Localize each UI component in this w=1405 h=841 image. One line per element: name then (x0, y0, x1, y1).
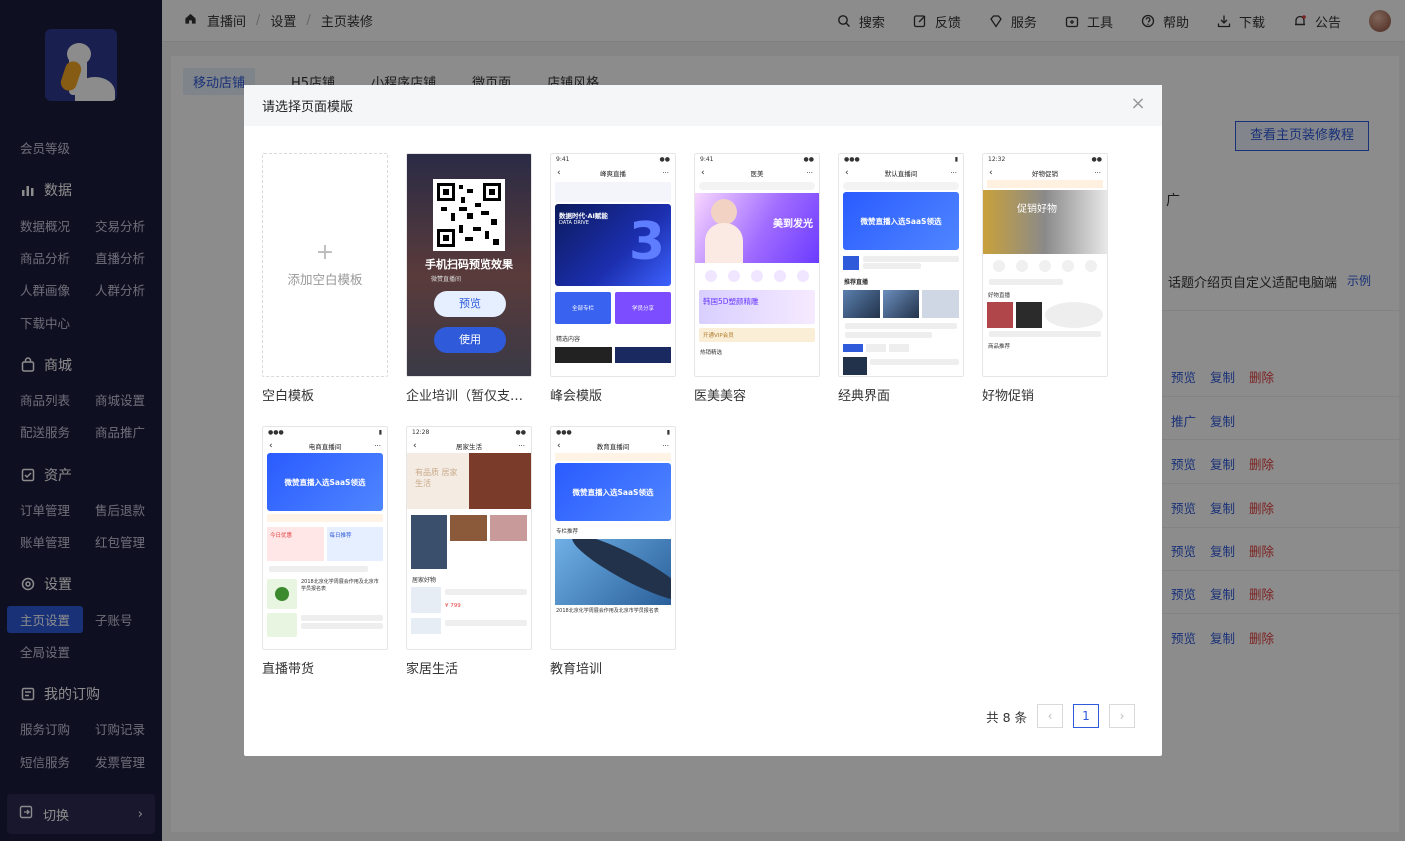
total-count: 共 8 条 (986, 709, 1027, 725)
template-name: 好物促销 (982, 389, 1035, 404)
thumb-nav-title: 教育直播间 (551, 439, 675, 453)
template-thumb: 9:41●● 医美 美到发光 韩国5D塑颜精雕 开通VIP会员 热销精选 (694, 153, 820, 377)
use-button[interactable]: 使用 (434, 327, 506, 353)
thumb-card: 每日推荐 (326, 527, 383, 561)
thumb-banner-title: 美到发光 (773, 219, 813, 230)
thumb-promo: 韩国5D塑颜精雕 (699, 290, 815, 324)
thumb-item-title: 2018北京化学周展会作用及北京市学员报名表 (556, 608, 659, 614)
template-thumb: 手机扫码预览效果 微赞直播间 预览 使用 (406, 153, 532, 377)
thumb-section: 热销精选 (700, 350, 723, 356)
template-name: 企业培训（暂仅支持小程序） (406, 389, 532, 404)
thumb-section: 好物直播 (988, 293, 1011, 299)
template-name: 医美美容 (694, 389, 747, 404)
thumb-nav-title: 默认直播间 (839, 166, 963, 180)
thumb-nav-title: 电商直播间 (263, 439, 387, 453)
plus-icon: + (315, 239, 335, 265)
template-thumb: ●●●▮ 教育直播间 微赞直播入选SaaS领选 专栏推荐 2018北京化学周展会… (550, 426, 676, 650)
page-number-button[interactable]: 1 (1073, 704, 1099, 728)
thumb-section: 推荐直播 (844, 279, 869, 286)
template-thumb: ●●●▮ 电商直播间 微赞直播入选SaaS领选 今日优惠 每日推荐 2018北京… (262, 426, 388, 650)
thumb-section: 专栏推荐 (556, 529, 579, 535)
template-card-home-living[interactable]: 12:28●● 居家生活 有品质 居家生活 居家好物 ¥ 799 家居生活 (406, 426, 532, 677)
modal-header: 请选择页面模版 (244, 85, 1162, 126)
thumb-card: 今日优惠 (267, 527, 324, 561)
template-name: 经典界面 (838, 389, 891, 404)
template-name: 直播带货 (262, 662, 315, 677)
template-card-education[interactable]: ●●●▮ 教育直播间 微赞直播入选SaaS领选 专栏推荐 2018北京化学周展会… (550, 426, 676, 677)
template-thumb: 12:28●● 居家生活 有品质 居家生活 居家好物 ¥ 799 (406, 426, 532, 650)
thumb-banner-title: 微赞直播入选SaaS领选 (267, 453, 383, 511)
template-select-modal: 请选择页面模版 × + 添加空白模板 空白模板 手机扫码预览效果 微赞直播间 预… (244, 85, 1162, 756)
thumb-tile: 全部专栏 (555, 292, 611, 324)
template-name: 家居生活 (406, 662, 459, 677)
template-thumb: 12:32●● 好物促销 促销好物 好物直播 商品推荐 (982, 153, 1108, 377)
modal-title: 请选择页面模版 (262, 100, 354, 115)
add-blank-template-label: 添加空白模板 (287, 271, 363, 287)
thumb-section: 居家好物 (412, 577, 437, 584)
qr-code (433, 179, 505, 251)
close-icon[interactable]: × (1130, 95, 1146, 113)
template-name: 空白模板 (262, 389, 315, 404)
template-card-classic[interactable]: ●●●▮ 默认直播间 微赞直播入选SaaS领选 推荐直播 经典界面 (838, 153, 964, 404)
blank-template-thumb[interactable]: + 添加空白模板 (262, 153, 388, 377)
thumb-banner-title: 微赞直播入选SaaS领选 (555, 463, 671, 521)
next-page-button[interactable]: › (1109, 704, 1135, 728)
thumb-section: 精选内容 (556, 336, 581, 343)
thumb-nav-title: 好物促销 (983, 166, 1107, 180)
thumb-vip: 开通VIP会员 (699, 328, 815, 342)
template-card-summit[interactable]: 9:41●● 峰爽直播 数据时代·AI赋能 DATA DRIVE 3 全部专栏 … (550, 153, 676, 404)
thumb-tile: 学员分享 (615, 292, 671, 324)
thumb-banner-title: 微赞直播入选SaaS领选 (843, 192, 959, 250)
template-card-live-commerce[interactable]: ●●●▮ 电商直播间 微赞直播入选SaaS领选 今日优惠 每日推荐 2018北京… (262, 426, 388, 677)
bg-subtitle: 微赞直播间 (431, 276, 462, 283)
prev-page-button[interactable]: ‹ (1037, 704, 1063, 728)
template-name: 教育培训 (550, 662, 603, 677)
thumb-nav-title: 峰爽直播 (551, 166, 675, 180)
template-thumb: ●●●▮ 默认直播间 微赞直播入选SaaS领选 推荐直播 (838, 153, 964, 377)
thumb-section-2: 商品推荐 (988, 344, 1011, 350)
template-name: 峰会模版 (550, 389, 603, 404)
template-card-promo[interactable]: 12:32●● 好物促销 促销好物 好物直播 商品推荐 好物促销 (982, 153, 1108, 404)
thumb-item-title: 2018北京化学周展会作用及北京市学员报名表 (301, 579, 379, 592)
template-card-beauty[interactable]: 9:41●● 医美 美到发光 韩国5D塑颜精雕 开通VIP会员 热销精选 医美美… (694, 153, 820, 404)
template-thumb: 9:41●● 峰爽直播 数据时代·AI赋能 DATA DRIVE 3 全部专栏 … (550, 153, 676, 377)
thumb-nav-title: 居家生活 (407, 439, 531, 453)
scan-preview-text: 手机扫码预览效果 (425, 258, 513, 271)
template-card-blank[interactable]: + 添加空白模板 空白模板 (262, 153, 388, 404)
thumb-banner-title: 促销好物 (1017, 204, 1057, 215)
preview-button[interactable]: 预览 (434, 291, 506, 317)
pagination: 共 8 条 ‹ 1 › (986, 704, 1135, 728)
thumb-price: ¥ 799 (445, 603, 461, 609)
thumb-nav-title: 医美 (695, 166, 819, 180)
template-card-training[interactable]: 手机扫码预览效果 微赞直播间 预览 使用 企业培训（暂仅支持小程序） (406, 153, 532, 404)
thumb-banner-title: 有品质 居家生活 (415, 468, 458, 488)
